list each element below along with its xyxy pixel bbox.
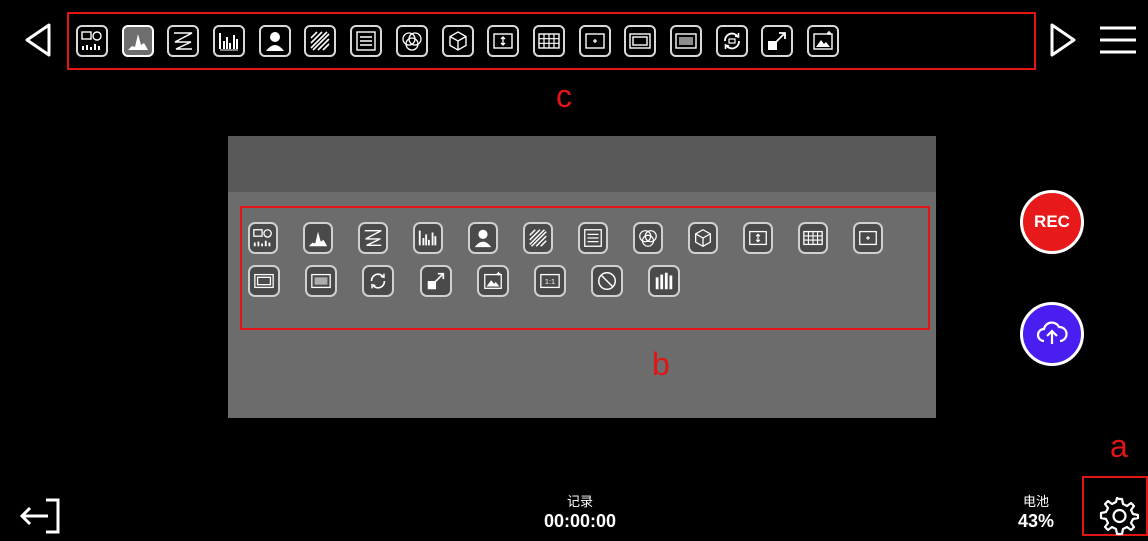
next-page-icon[interactable] [1043,20,1083,60]
record-time-label: 记录 [566,494,593,509]
record-button-label: REC [1034,212,1070,231]
menu-icon[interactable] [1098,22,1138,58]
battery-label: 电池 [1022,494,1049,509]
battery-status: 电池 43% [1004,494,1068,532]
exit-icon[interactable] [16,496,64,536]
record-button[interactable]: REC [1020,190,1084,254]
cloud-upload-icon [1036,321,1068,344]
battery-value: 43% [1017,511,1055,531]
annotation-label-c: c [556,78,572,114]
settings-gear-icon[interactable] [1098,494,1140,536]
annotation-label-a: a [1110,428,1128,464]
record-time-value: 00:00:00 [543,511,617,531]
recording-status: 记录 00:00:00 [520,494,640,532]
panel-header [228,136,936,192]
upload-button[interactable] [1020,302,1084,366]
annotation-label-b: b [652,346,670,382]
previous-page-icon[interactable] [18,20,58,60]
annotation-box-b [240,206,930,330]
annotation-box-c [67,12,1036,70]
